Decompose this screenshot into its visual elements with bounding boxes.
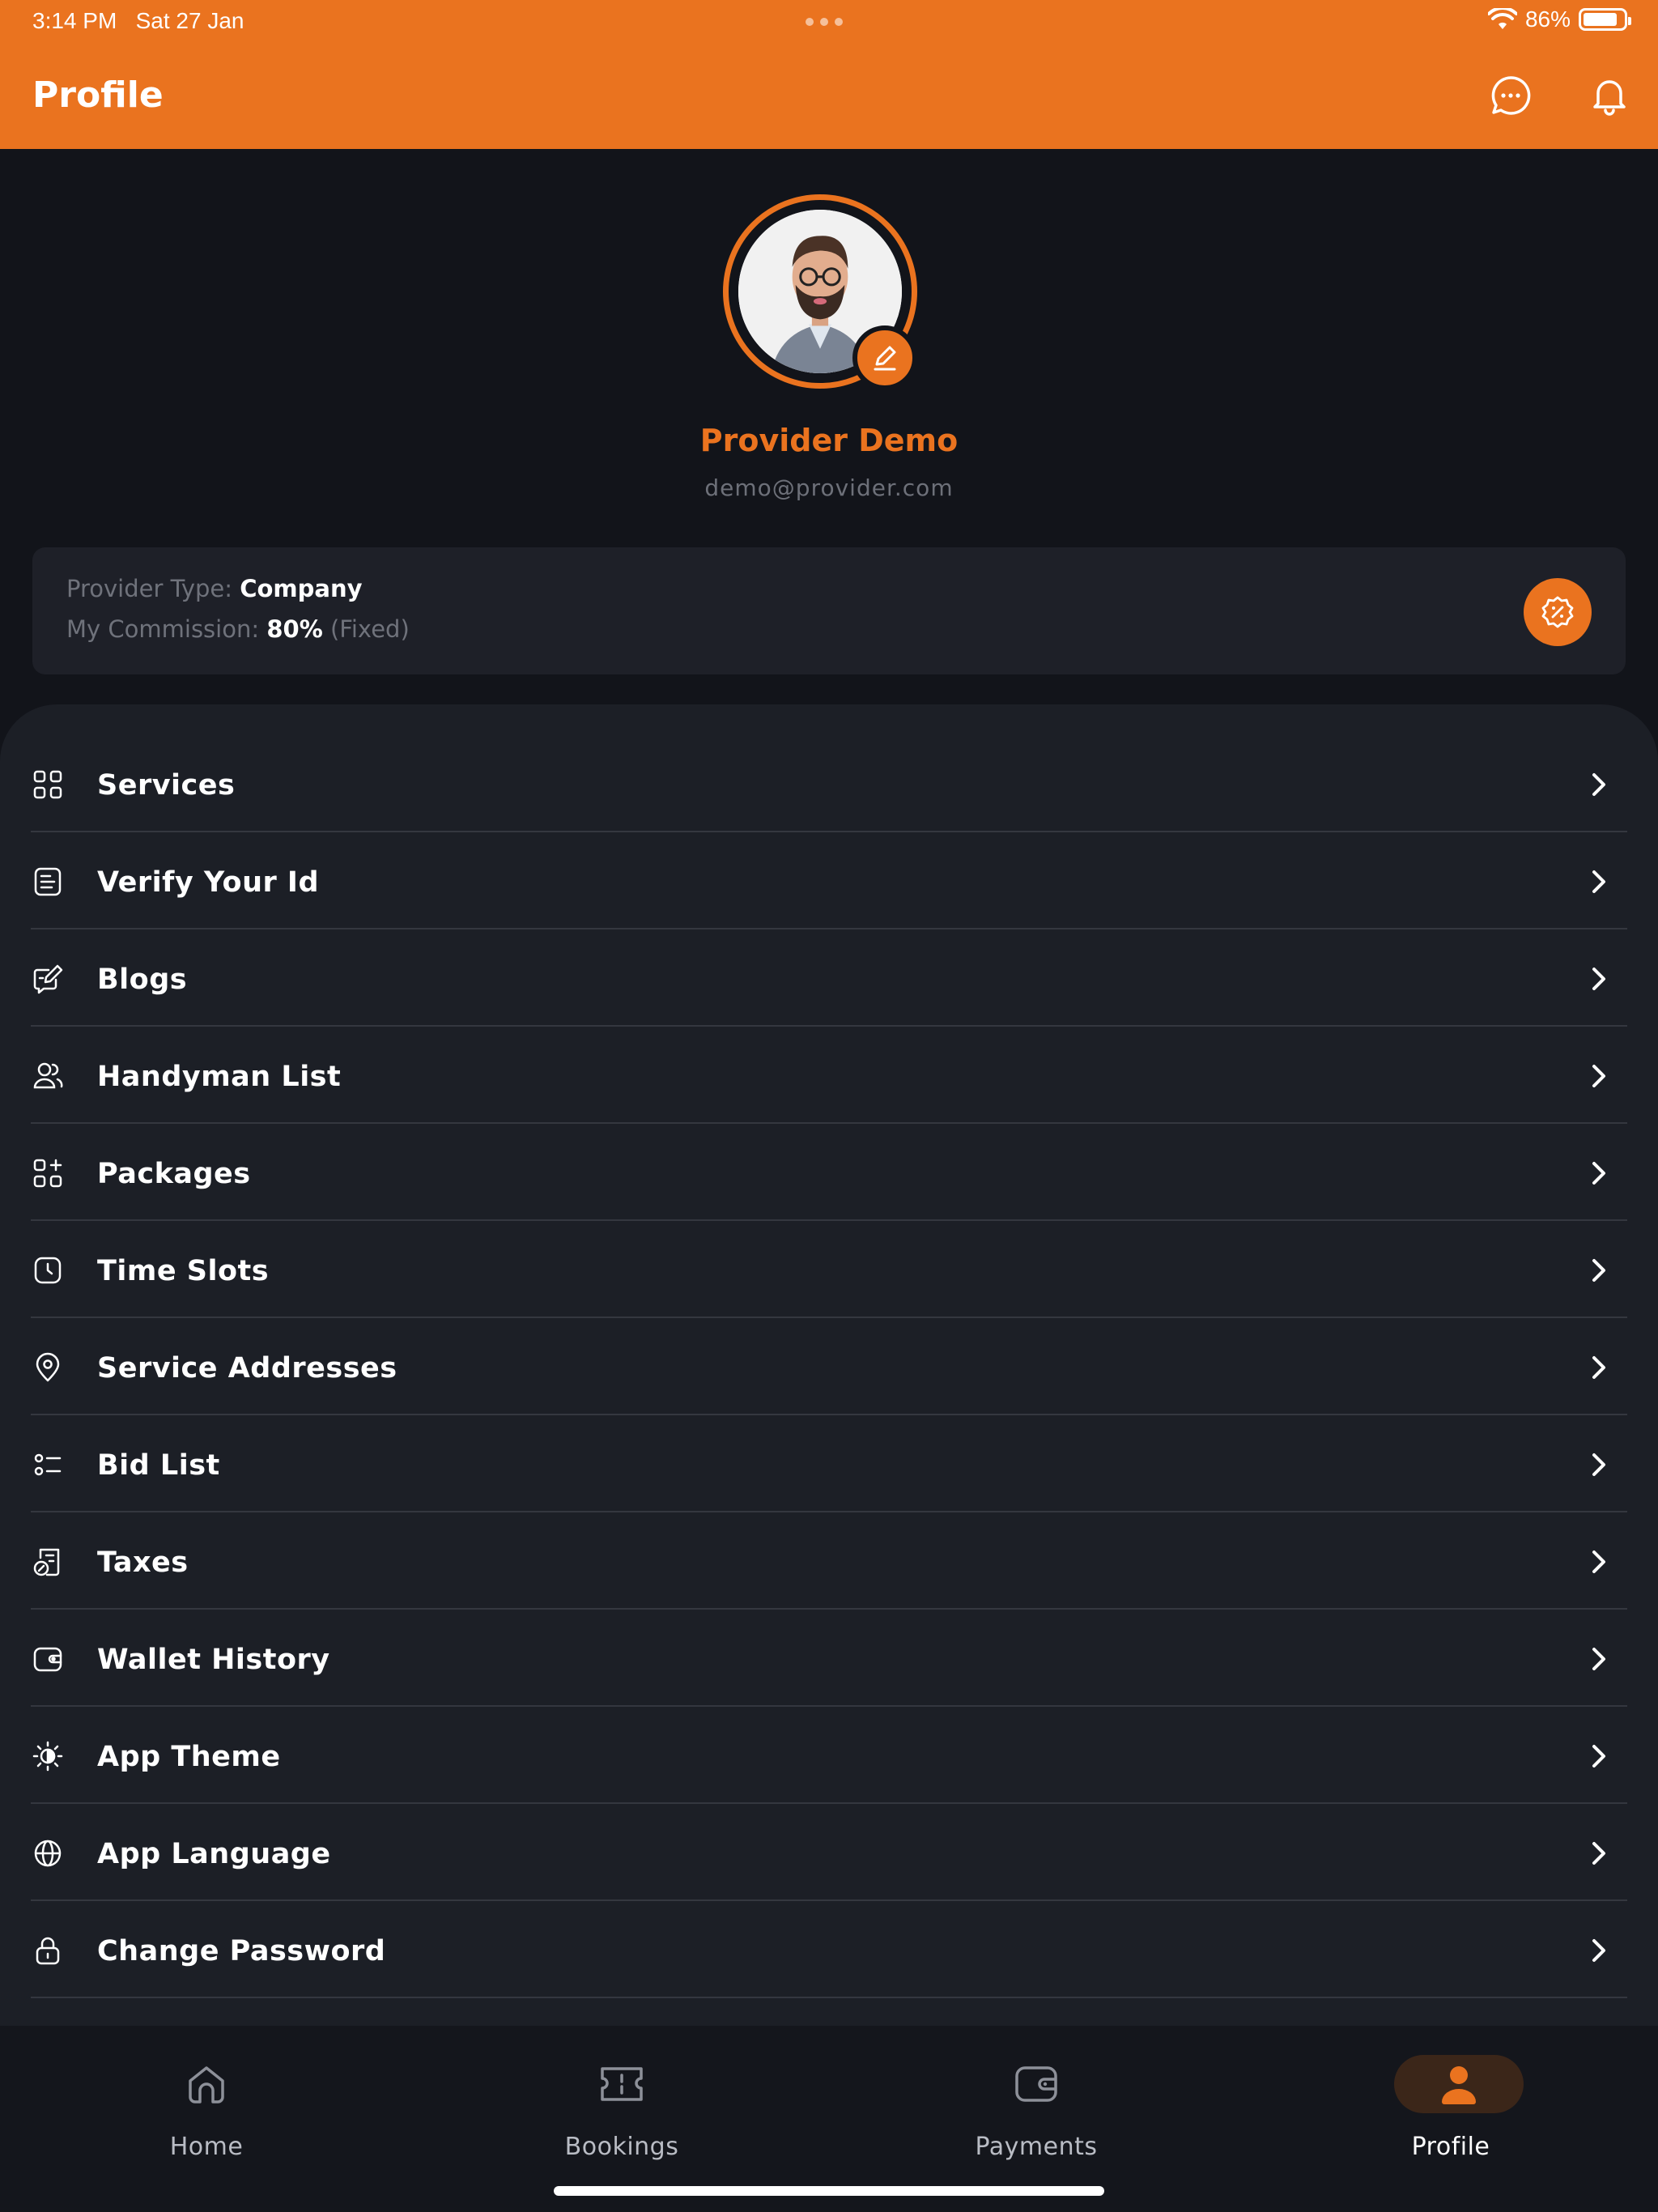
- page-title: Profile: [32, 74, 164, 116]
- chevron-right-icon: [1592, 1939, 1605, 1962]
- menu-label: Taxes: [97, 1546, 189, 1579]
- provider-type-value: Company: [240, 575, 363, 602]
- menu-label: Verify Your Id: [97, 866, 320, 899]
- wallet-icon: [1015, 2066, 1057, 2102]
- chevron-right-icon: [1592, 773, 1605, 796]
- nav-label: Home: [169, 2133, 244, 2161]
- chevron-right-icon: [1592, 1745, 1605, 1767]
- chevron-right-icon: [1592, 968, 1605, 990]
- battery-percentage: 86%: [1524, 6, 1571, 32]
- menu-label: Service Addresses: [97, 1352, 397, 1385]
- menu-item-handyman-list[interactable]: Handyman List: [31, 1027, 1627, 1124]
- edit-note-icon: [33, 964, 63, 994]
- globe-icon: [34, 1840, 62, 1867]
- location-pin-icon: [36, 1352, 60, 1382]
- nav-label: Payments: [975, 2133, 1098, 2161]
- menu-label: App Theme: [97, 1741, 281, 1773]
- menu-item-packages[interactable]: Packages: [31, 1124, 1627, 1221]
- app-header: 3:14 PM Sat 27 Jan 86% Profile: [0, 0, 1658, 149]
- nav-payments[interactable]: Payments: [915, 2026, 1158, 2172]
- status-clock: 3:14 PM: [32, 8, 117, 33]
- menu-label: App Language: [97, 1838, 331, 1870]
- menu-label: Wallet History: [97, 1644, 330, 1676]
- profile-email: demo@provider.com: [704, 474, 954, 501]
- menu-item-bid-list[interactable]: Bid List: [31, 1415, 1627, 1512]
- profile-avatar-container: [723, 194, 933, 390]
- commission-value: 80%: [266, 615, 323, 643]
- commission-row: My Commission: 80% (Fixed): [66, 615, 410, 643]
- menu-item-app-language[interactable]: App Language: [31, 1804, 1627, 1901]
- id-document-icon: [34, 867, 62, 896]
- menu-item-blogs[interactable]: Blogs: [31, 929, 1627, 1027]
- status-time: 3:14 PM Sat 27 Jan: [32, 8, 244, 34]
- pencil-icon: [874, 346, 896, 371]
- multitasking-dots[interactable]: [806, 18, 843, 26]
- menu-label: Blogs: [97, 963, 188, 996]
- menu-label: Change Password: [97, 1935, 386, 1967]
- menu-label: Bid List: [97, 1449, 220, 1482]
- chevron-right-icon: [1592, 1453, 1605, 1476]
- nav-icon-container: [586, 2055, 657, 2113]
- commission-label: My Commission:: [66, 615, 267, 643]
- menu-item-change-password[interactable]: Change Password: [31, 1901, 1627, 1998]
- verified-badge-icon: [1541, 596, 1574, 628]
- nav-label: Bookings: [564, 2133, 679, 2161]
- person-icon: [1442, 2066, 1476, 2104]
- battery-fill: [1584, 13, 1618, 26]
- home-icon: [189, 2066, 224, 2104]
- chevron-right-icon: [1592, 1259, 1605, 1282]
- lock-icon: [36, 1937, 60, 1965]
- chevron-right-icon: [1592, 1842, 1605, 1865]
- chevron-right-icon: [1592, 1551, 1605, 1573]
- menu-item-wallet-history[interactable]: Wallet History: [31, 1610, 1627, 1707]
- menu-label: Packages: [97, 1158, 251, 1190]
- menu-label: Services: [97, 769, 236, 802]
- chevron-right-icon: [1592, 870, 1605, 893]
- chevron-right-icon: [1592, 1065, 1605, 1087]
- bottom-navigation: Home Bookings Payments Profile: [0, 2026, 1658, 2212]
- menu-item-app-theme[interactable]: App Theme: [31, 1707, 1627, 1804]
- list-icon: [34, 1453, 62, 1476]
- ticket-icon: [601, 2067, 643, 2101]
- commission-note: (Fixed): [322, 615, 410, 643]
- provider-type-row: Provider Type: Company: [66, 575, 363, 602]
- status-date: Sat 27 Jan: [135, 8, 244, 33]
- nav-bookings[interactable]: Bookings: [500, 2026, 743, 2172]
- nav-icon-container: [1001, 2055, 1072, 2113]
- nav-icon-container-active: [1394, 2055, 1524, 2113]
- clock-icon: [34, 1257, 62, 1284]
- bell-icon[interactable]: [1585, 71, 1634, 120]
- verified-badge-button[interactable]: [1524, 578, 1592, 646]
- home-indicator[interactable]: [554, 2186, 1104, 2196]
- provider-type-label: Provider Type:: [66, 575, 240, 602]
- users-icon: [33, 1062, 63, 1089]
- chevron-right-icon: [1592, 1648, 1605, 1670]
- grid-icon: [33, 770, 62, 799]
- menu-item-time-slots[interactable]: Time Slots: [31, 1221, 1627, 1318]
- nav-icon-container: [171, 2055, 242, 2113]
- menu-item-verify-id[interactable]: Verify Your Id: [31, 832, 1627, 929]
- tax-icon: [33, 1548, 60, 1576]
- chevron-right-icon: [1592, 1162, 1605, 1185]
- profile-name: Provider Demo: [699, 423, 959, 458]
- package-grid-icon: [33, 1159, 62, 1188]
- menu-label: Handyman List: [97, 1061, 342, 1093]
- nav-home[interactable]: Home: [85, 2026, 328, 2172]
- wifi-icon: [1487, 8, 1517, 29]
- nav-profile[interactable]: Profile: [1329, 2026, 1572, 2172]
- battery-icon: [1579, 8, 1631, 31]
- menu-item-taxes[interactable]: Taxes: [31, 1512, 1627, 1610]
- menu-label: Time Slots: [97, 1255, 270, 1287]
- provider-info-card: Provider Type: Company My Commission: 80…: [32, 547, 1626, 674]
- menu-item-services[interactable]: Services: [31, 735, 1627, 832]
- status-indicators: 86%: [1487, 6, 1631, 32]
- chat-icon[interactable]: [1486, 71, 1535, 120]
- theme-icon: [32, 1741, 63, 1772]
- nav-label: Profile: [1411, 2133, 1490, 2161]
- wallet-icon: [33, 1647, 62, 1672]
- edit-avatar-button[interactable]: [852, 325, 917, 390]
- menu-item-service-addresses[interactable]: Service Addresses: [31, 1318, 1627, 1415]
- chevron-right-icon: [1592, 1356, 1605, 1379]
